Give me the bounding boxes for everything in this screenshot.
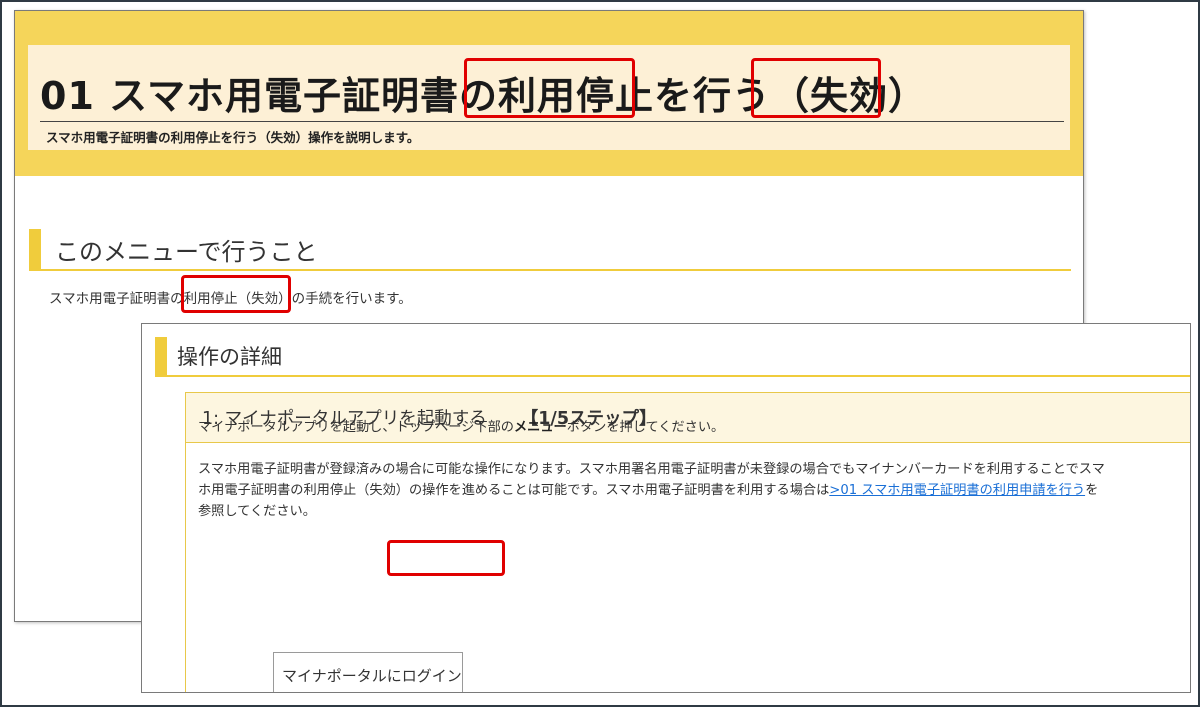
step-instruction: マイナポータルアプリを起動し、トップページ下部のメニューボタンを押してください。 [198, 417, 724, 438]
step-note: スマホ用電子証明書が登録済みの場合に可能な操作になります。スマホ用署名用電子証明… [198, 459, 1108, 522]
foreground-page-window: 操作の詳細 1: マイナポータルアプリを起動する 【1/5ステップ】 マイナポー… [141, 323, 1191, 693]
menu-description: スマホ用電子証明書の利用停止（失効）の手続を行います。 [49, 291, 412, 307]
section-accent-bar [29, 229, 41, 269]
section-title: 操作の詳細 [177, 345, 282, 369]
section-accent-bar [155, 337, 167, 375]
apply-certificate-link[interactable]: >01 スマホ用電子証明書の利用申請を行う [829, 483, 1085, 498]
page-hero-banner: 01 スマホ用電子証明書の利用停止を行う（失効） スマホ用電子証明書の利用停止を… [15, 11, 1083, 176]
page-subtitle: スマホ用電子証明書の利用停止を行う（失効）操作を説明します。 [46, 130, 420, 145]
hero-title-panel: 01 スマホ用電子証明書の利用停止を行う（失効） スマホ用電子証明書の利用停止を… [28, 45, 1070, 150]
menu-keyword: メニュー [513, 420, 567, 435]
instruction-text: ボタンを押してください。 [566, 420, 725, 435]
instruction-text: マイナポータルアプリを起動し、トップページ下部の [198, 420, 514, 435]
section-heading-details: 操作の詳細 [155, 337, 1190, 377]
section-heading-menu: このメニューで行うこと [29, 229, 1071, 271]
page-title: 01 スマホ用電子証明書の利用停止を行う（失効） [40, 74, 927, 118]
title-divider [40, 121, 1064, 122]
mynaportal-login-button[interactable]: マイナポータルにログイン [273, 652, 463, 692]
section-title: このメニューで行うこと [55, 237, 318, 266]
